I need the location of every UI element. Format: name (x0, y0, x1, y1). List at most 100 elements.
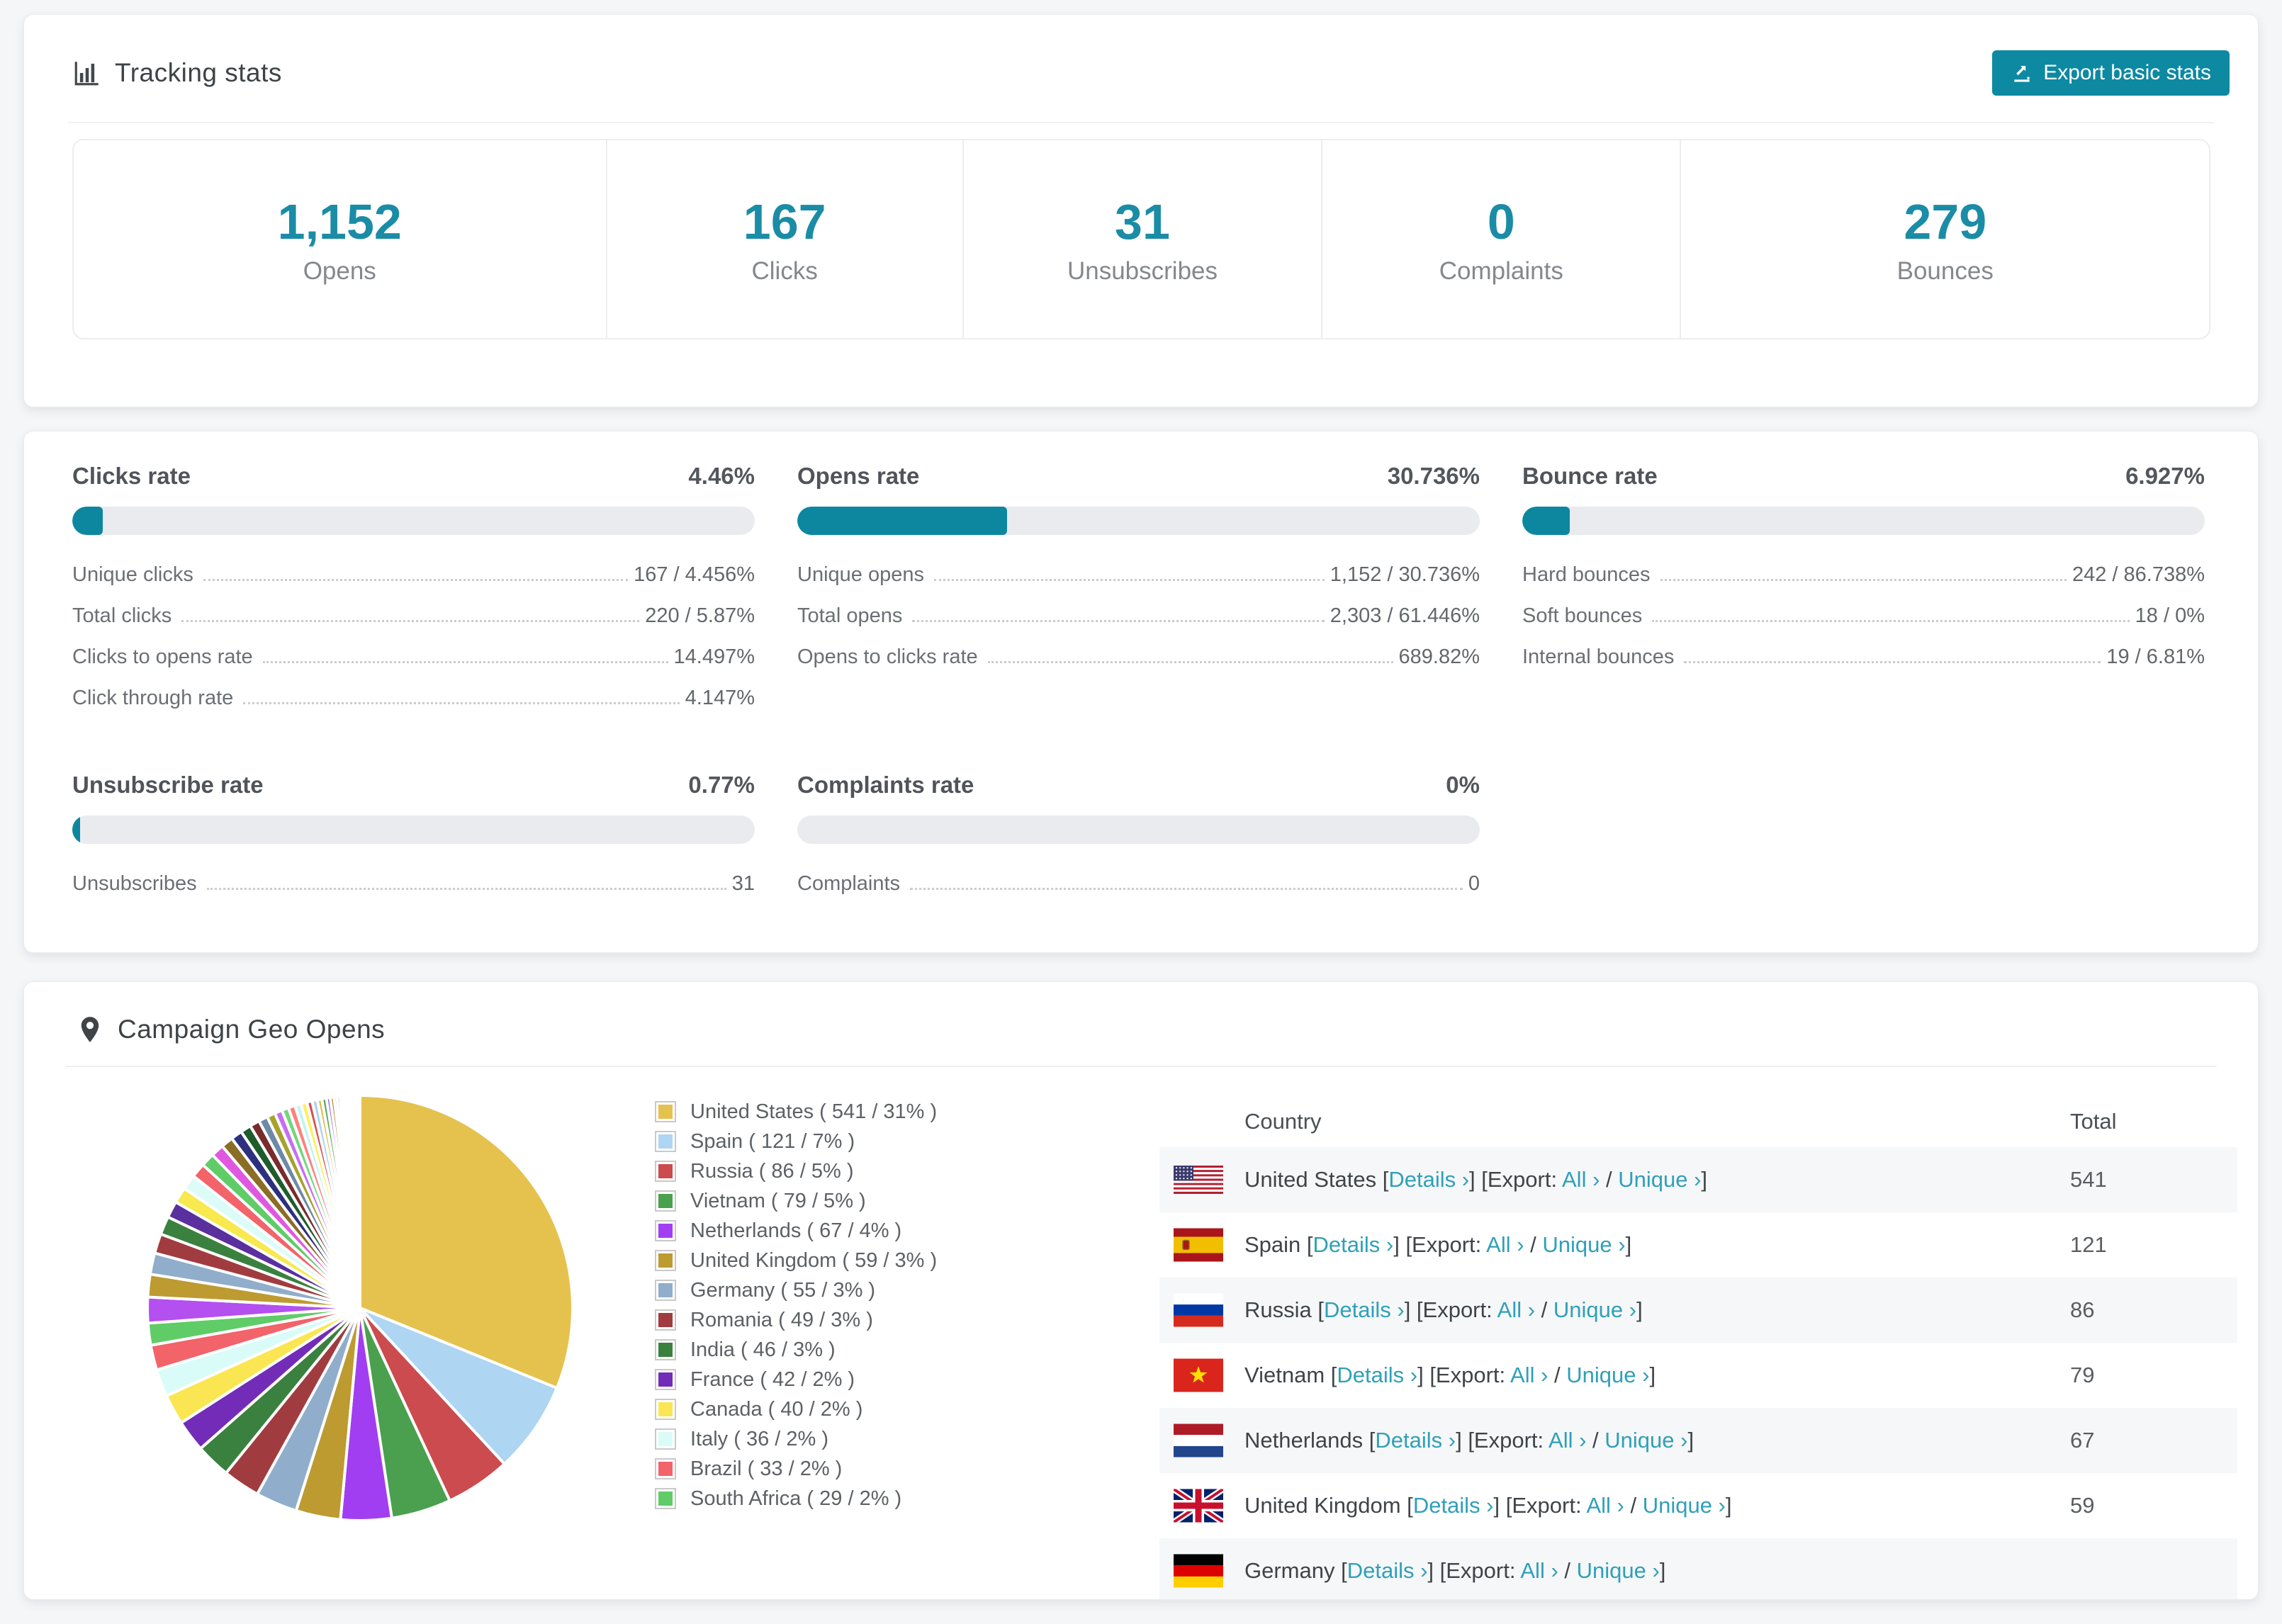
legend-item-india: India ( 46 / 3% ) (655, 1335, 937, 1365)
export-unique-link-vn[interactable]: Unique › (1566, 1363, 1649, 1387)
export-all-link-vn[interactable]: All › (1510, 1363, 1548, 1387)
header-divider (68, 122, 2214, 123)
legend-swatch (655, 1369, 676, 1390)
export-all-link-us[interactable]: All › (1562, 1167, 1600, 1192)
country-cell: United Kingdom [Details ›] [Export: All … (1244, 1493, 1732, 1518)
summary-box-clicks: 167 Clicks (607, 140, 964, 338)
legend-label: Netherlands ( 67 / 4% ) (690, 1219, 902, 1242)
de-flag-icon (1174, 1554, 1223, 1588)
rate-value: 4.46% (688, 463, 755, 489)
summary-label: Opens (303, 256, 376, 285)
detail-label: Complaints (797, 872, 901, 895)
export-unique-link-nl[interactable]: Unique › (1604, 1428, 1687, 1453)
map-pin-icon (81, 1017, 99, 1042)
summary-value: 0 (1487, 193, 1515, 249)
dotted-leader (912, 620, 1325, 622)
pie-slice-other-57 (357, 1093, 361, 1309)
table-header-row: Country Total (1159, 1095, 2237, 1147)
summary-box-complaints: 0 Complaints (1322, 140, 1682, 338)
legend-item-romania: Romania ( 49 / 3% ) (655, 1305, 937, 1335)
rate-progress-track (72, 507, 755, 535)
export-icon (2014, 65, 2030, 82)
table-row-ru: Russia [Details ›] [Export: All › / Uniq… (1159, 1278, 2237, 1343)
detail-value: 689.82% (1398, 645, 1480, 668)
legend-swatch (655, 1280, 676, 1301)
legend-label: India ( 46 / 3% ) (690, 1338, 836, 1361)
detail-value: 19 / 6.81% (2106, 645, 2205, 668)
detail-row: Opens to clicks rate 689.82% (797, 645, 1480, 687)
export-all-link-ru[interactable]: All › (1497, 1297, 1535, 1322)
rate-progress-track (797, 816, 1480, 844)
total-cell: 79 (2070, 1363, 2095, 1387)
legend-item-united-states: United States ( 541 / 31% ) (655, 1097, 937, 1127)
details-link-de[interactable]: Details › (1347, 1558, 1428, 1583)
legend-item-spain: Spain ( 121 / 7% ) (655, 1127, 937, 1156)
detail-label: Total opens (797, 604, 903, 627)
export-unique-link-de[interactable]: Unique › (1577, 1558, 1660, 1583)
detail-value: 0 (1468, 872, 1480, 895)
ru-flag-icon (1174, 1293, 1223, 1327)
details-link-vn[interactable]: Details › (1337, 1363, 1417, 1387)
legend-label: Italy ( 36 / 2% ) (690, 1427, 829, 1450)
legend-swatch (655, 1458, 676, 1479)
nl-flag-icon (1174, 1423, 1223, 1457)
geo-title: Campaign Geo Opens (118, 1015, 386, 1044)
table-row-gb: United Kingdom [Details ›] [Export: All … (1159, 1473, 2237, 1538)
summary-stats-row: 1,152 Opens 167 Clicks 31 Unsubscribes 0 Compla… (72, 139, 2210, 339)
legend-swatch (655, 1399, 676, 1420)
legend-label: Brazil ( 33 / 2% ) (690, 1457, 843, 1480)
detail-row: Hard bounces 242 / 86.738% (1522, 563, 2205, 604)
rate-progress-fill (797, 507, 1007, 535)
export-unique-link-ru[interactable]: Unique › (1553, 1297, 1636, 1322)
summary-label: Unsubscribes (1067, 256, 1218, 285)
rate-header: Complaints rate 0% (797, 772, 1480, 799)
total-cell: 121 (2070, 1232, 2107, 1257)
export-unique-link-gb[interactable]: Unique › (1643, 1493, 1726, 1518)
rate-detail-rows: Hard bounces 242 / 86.738% Soft bounces 18 … (1522, 563, 2205, 687)
details-link-nl[interactable]: Details › (1375, 1428, 1456, 1453)
details-link-es[interactable]: Details › (1313, 1232, 1394, 1257)
legend-swatch (655, 1161, 676, 1182)
legend-item-vietnam: Vietnam ( 79 / 5% ) (655, 1186, 937, 1216)
rate-title: Clicks rate (72, 463, 191, 489)
rate-title: Complaints rate (797, 772, 974, 798)
dotted-leader (910, 888, 1463, 890)
legend-swatch (655, 1131, 676, 1152)
details-link-us[interactable]: Details › (1388, 1167, 1469, 1192)
rate-block-unsubscribe-rate: Unsubscribe rate 0.77% Unsubscribes 31 (72, 772, 755, 913)
column-header-country: Country (1244, 1108, 1322, 1134)
geo-opens-pie-chart (139, 1087, 581, 1529)
export-all-link-es[interactable]: All › (1486, 1232, 1524, 1257)
rate-progress-fill (72, 816, 80, 844)
rate-header: Unsubscribe rate 0.77% (72, 772, 755, 799)
geo-country-table: Country Total United States [Details ›] … (1159, 1095, 2237, 1599)
export-unique-link-us[interactable]: Unique › (1618, 1167, 1701, 1192)
legend-label: Spain ( 121 / 7% ) (690, 1129, 855, 1153)
rate-progress-track (72, 816, 755, 844)
detail-value: 31 (731, 872, 755, 895)
details-link-gb[interactable]: Details › (1413, 1493, 1494, 1518)
detail-value: 2,303 / 61.446% (1330, 604, 1480, 627)
summary-box-bounces: 279 Bounces (1681, 140, 2209, 338)
legend-swatch (655, 1309, 676, 1331)
summary-value: 31 (1115, 193, 1170, 249)
details-link-ru[interactable]: Details › (1324, 1297, 1405, 1322)
rate-detail-rows: Unique clicks 167 / 4.456% Total clicks 220… (72, 563, 755, 728)
legend-item-netherlands: Netherlands ( 67 / 4% ) (655, 1216, 937, 1246)
rate-value: 0.77% (688, 772, 755, 798)
rate-value: 0% (1446, 772, 1480, 798)
campaign-geo-opens-card: Campaign Geo Opens United States ( 541 /… (23, 981, 2259, 1600)
table-row-es: Spain [Details ›] [Export: All › / Uniqu… (1159, 1212, 2237, 1278)
export-all-link-gb[interactable]: All › (1586, 1493, 1624, 1518)
export-all-link-de[interactable]: All › (1520, 1558, 1558, 1583)
detail-row: Internal bounces 19 / 6.81% (1522, 645, 2205, 687)
detail-row: Unique opens 1,152 / 30.736% (797, 563, 1480, 604)
export-unique-link-es[interactable]: Unique › (1542, 1232, 1625, 1257)
export-all-link-nl[interactable]: All › (1548, 1428, 1586, 1453)
legend-item-italy: Italy ( 36 / 2% ) (655, 1424, 937, 1454)
tracking-stats-header: Tracking stats Export basic stats (24, 15, 2258, 96)
country-cell: Germany [Details ›] [Export: All › / Uni… (1244, 1558, 1666, 1583)
detail-value: 220 / 5.87% (645, 604, 755, 627)
export-basic-stats-button[interactable]: Export basic stats (1992, 50, 2230, 96)
dotted-leader (1652, 620, 2130, 622)
